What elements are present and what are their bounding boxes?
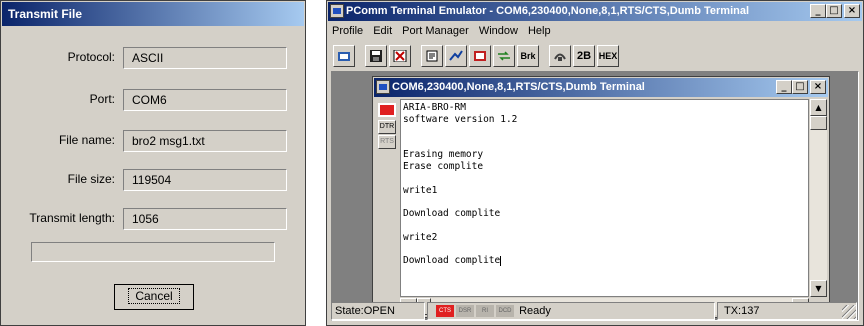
connection-state: State:OPEN [331, 302, 425, 320]
dsr-indicator: DSR [456, 305, 474, 318]
menu-help[interactable]: Help [528, 22, 551, 41]
minimize-button[interactable]: _ [810, 4, 826, 18]
child-title-bar: COM6,230400,None,8,1,RTS/CTS,Dumb Termin… [374, 78, 828, 97]
dtr-indicator[interactable]: DTR [378, 120, 396, 134]
break-button[interactable]: Brk [517, 45, 539, 67]
child-title: COM6,230400,None,8,1,RTS/CTS,Dumb Termin… [392, 81, 645, 93]
toolbar: Brk 2B HEX [331, 42, 859, 70]
pcomm-window: PComm Terminal Emulator - COM6,230400,No… [326, 0, 864, 326]
protocol-label: Protocol: [67, 50, 115, 64]
terminal-output[interactable]: ARIA-BRO-RM software version 1.2 Erasing… [400, 99, 809, 297]
open-icon[interactable] [333, 45, 355, 67]
cancel-button-label: Cancel [128, 288, 180, 304]
port-label: Port: [89, 92, 115, 106]
transmit-file-dialog: Transmit File Protocol: ASCII Port: COM6… [0, 0, 306, 326]
2b-button-label: 2B [576, 50, 592, 62]
terminal-icon[interactable] [469, 45, 491, 67]
status-message-panel: CTS DSR RI DCD Ready [427, 302, 715, 320]
terminal-line: Download complite [403, 255, 501, 267]
dial-icon[interactable] [549, 45, 571, 67]
toolbar-separator [541, 45, 547, 67]
maximize-button[interactable]: □ [826, 4, 842, 18]
transfer-progress-bar [31, 242, 275, 262]
cancel-button[interactable]: Cancel [114, 284, 194, 310]
file-name-field: bro2 msg1.txt [123, 130, 287, 152]
file-size-label: File size: [67, 172, 115, 186]
terminal-child-window: COM6,230400,None,8,1,RTS/CTS,Dumb Termin… [372, 76, 830, 318]
stop-icon[interactable] [389, 45, 411, 67]
2b-button[interactable]: 2B [573, 45, 595, 67]
app-title: PComm Terminal Emulator - COM6,230400,No… [346, 5, 750, 17]
tx-count: TX:137 [724, 305, 760, 317]
child-minimize-button[interactable]: _ [776, 80, 792, 94]
port-field: COM6 [123, 89, 287, 111]
properties-icon[interactable] [421, 45, 443, 67]
scroll-up-arrow-icon[interactable]: ▲ [810, 99, 827, 116]
terminal-line: write2 [403, 231, 438, 243]
cts-indicator: CTS [436, 305, 454, 318]
close-button[interactable]: × [844, 4, 860, 18]
status-bar: State:OPEN CTS DSR RI DCD Ready TX:137 [331, 301, 859, 321]
vertical-scrollbar[interactable]: ▲ ▼ [810, 99, 827, 297]
scroll-down-arrow-icon[interactable]: ▼ [810, 280, 827, 297]
mdi-client-area: COM6,230400,None,8,1,RTS/CTS,Dumb Termin… [331, 71, 859, 321]
text-cursor [500, 255, 502, 266]
save-icon[interactable] [365, 45, 387, 67]
hex-button[interactable]: HEX [597, 45, 619, 67]
app-icon [330, 4, 344, 18]
terminal-line: Erase complite [403, 160, 484, 172]
terminal-line: write1 [403, 184, 438, 196]
dialog-title: Transmit File [2, 2, 304, 26]
transmit-length-field: 1056 [123, 208, 287, 230]
protocol-field: ASCII [123, 47, 287, 69]
terminal-line: Download complite [403, 208, 501, 220]
terminal-line: ARIA-BRO-RM [403, 102, 466, 113]
toolbar-separator [357, 45, 363, 67]
toolbar-separator [413, 45, 419, 67]
terminal-line-last: Download complite [403, 255, 808, 267]
terminal-line: Erasing memory [403, 149, 484, 161]
ri-indicator: RI [476, 305, 494, 318]
vertical-scroll-thumb[interactable] [810, 116, 827, 130]
connect-icon[interactable] [445, 45, 467, 67]
transmit-length-label: Transmit length: [29, 211, 115, 225]
menu-port-manager[interactable]: Port Manager [402, 22, 469, 41]
terminal-line: software version 1.2 [403, 113, 518, 125]
transfer-icon[interactable] [493, 45, 515, 67]
resize-grip-icon[interactable] [842, 305, 856, 319]
rts-indicator[interactable]: RTS [378, 135, 396, 149]
menu-edit[interactable]: Edit [373, 22, 392, 41]
tx-counter: TX:137 [717, 302, 857, 320]
break-button-label: Brk [520, 51, 536, 61]
file-name-label: File name: [58, 133, 115, 147]
hex-button-label: HEX [598, 51, 618, 61]
menu-window[interactable]: Window [479, 22, 518, 41]
terminal-window-icon [376, 80, 390, 94]
signal-indicator-red [378, 103, 396, 117]
signal-panel: DTR RTS [375, 99, 399, 297]
menu-bar: Profile Edit Port Manager Window Help [328, 22, 862, 41]
menu-profile[interactable]: Profile [332, 22, 363, 41]
app-title-bar: PComm Terminal Emulator - COM6,230400,No… [328, 2, 862, 21]
child-maximize-button[interactable]: □ [792, 80, 808, 94]
child-close-button[interactable]: × [810, 80, 826, 94]
file-size-field: 119504 [123, 169, 287, 191]
status-message: Ready [519, 305, 551, 317]
dcd-indicator: DCD [496, 305, 514, 318]
